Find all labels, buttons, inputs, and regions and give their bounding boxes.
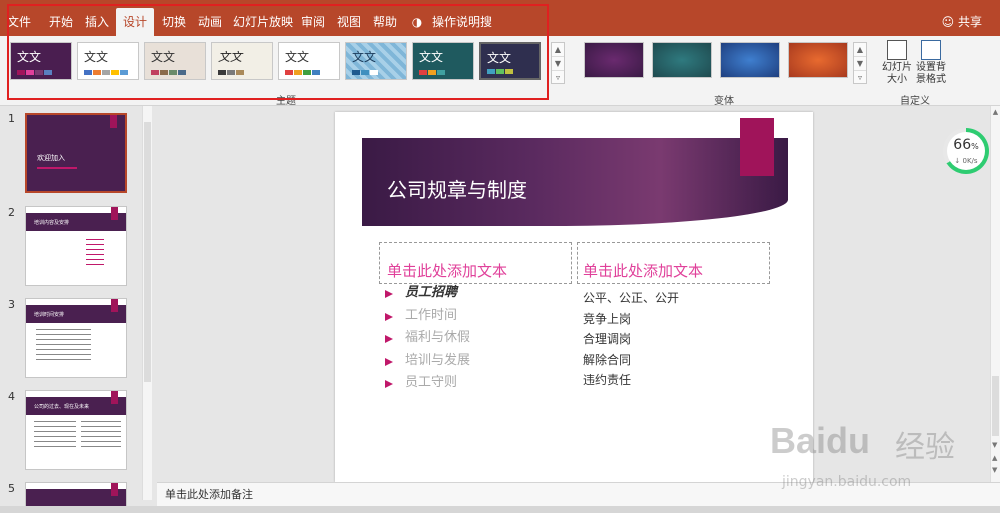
slide-size-icon xyxy=(887,40,907,60)
slide-thumbnail[interactable]: 培训内容及安排 xyxy=(25,206,127,286)
bullet-icon xyxy=(385,290,393,298)
watermark-brand: Baidu xyxy=(770,420,871,461)
gauge-speed-value: 0K/s xyxy=(962,157,978,165)
thumb-line xyxy=(36,329,91,361)
format-background-button[interactable]: 设置背景格式 xyxy=(914,40,948,86)
chevron-up-icon[interactable]: ▲ xyxy=(854,43,866,57)
chevron-up-icon[interactable]: ▲ xyxy=(552,43,564,57)
list-item[interactable]: 福利与休假 xyxy=(383,327,563,350)
list-item-text: 福利与休假 xyxy=(405,330,471,345)
bullet-icon xyxy=(385,312,393,321)
list-item[interactable]: 解除合同 xyxy=(583,350,763,371)
speed-gauge-inner: 66% ↓ 0K/s xyxy=(947,132,985,170)
chevron-up-icon[interactable]: ▲ xyxy=(991,108,1000,116)
thumb-title: 培训时间安排 xyxy=(34,312,65,318)
variant-thumbnail[interactable] xyxy=(788,42,848,78)
gauge-percent: 66% xyxy=(947,132,985,157)
slide-number: 3 xyxy=(8,298,15,311)
bullet-icon xyxy=(385,335,393,343)
variants-gallery-scroll[interactable]: ▲ ▼ ▿ xyxy=(853,42,867,84)
slide-thumbnail[interactable]: 公司的过去、现在及未来 xyxy=(25,390,127,470)
variant-thumbnail[interactable] xyxy=(652,42,712,78)
slide-size-label: 幻灯片大小 xyxy=(882,62,912,85)
more-icon[interactable]: ▿ xyxy=(854,71,866,84)
notes-placeholder[interactable]: 单击此处添加备注 xyxy=(165,488,253,501)
list-item[interactable]: 员工招聘 xyxy=(383,282,563,305)
next-slide-icon[interactable]: ▼ xyxy=(992,466,997,474)
banner-accent-tab xyxy=(740,118,774,176)
gauge-percent-unit: % xyxy=(971,142,979,151)
variants-group-label: 变体 xyxy=(714,96,734,107)
list-item-text: 员工招聘 xyxy=(405,285,458,300)
thumb-tab xyxy=(110,115,117,128)
thumb-title: 欢迎加入 xyxy=(37,154,65,162)
share-label: 共享 xyxy=(957,15,982,29)
slide-number: 1 xyxy=(8,112,15,125)
list-item[interactable]: 工作时间 xyxy=(383,305,563,328)
thumb-tab xyxy=(111,299,118,312)
gauge-speed: ↓ 0K/s xyxy=(947,157,985,166)
share-button[interactable]: ☺ 共享 xyxy=(942,8,982,36)
editor-scrollbar[interactable]: ▲ ▼ ▲ ▼ xyxy=(990,106,1000,482)
slides-panel-scrollbar[interactable] xyxy=(142,106,152,500)
user-icon: ☺ xyxy=(941,15,955,29)
list-item[interactable]: 公平、公正、公开 xyxy=(583,288,763,309)
thumb-tab xyxy=(111,207,118,220)
slides-panel: 1 欢迎加入 2 培训内容及安排 3 培训时间安排 4 公司的过去、现在及未来 … xyxy=(0,106,155,513)
list-item[interactable]: 培训与发展 xyxy=(383,350,563,373)
scrollbar-thumb[interactable] xyxy=(992,376,999,436)
chevron-down-icon[interactable]: ▼ xyxy=(992,441,997,449)
scrollbar-thumb[interactable] xyxy=(144,122,151,382)
slide-title[interactable]: 公司规章与制度 xyxy=(387,174,527,203)
thumb-line xyxy=(34,421,76,447)
right-text-list[interactable]: 公平、公正、公开 竞争上岗 合理调岗 解除合同 违约责任 xyxy=(583,288,763,391)
highlight-box xyxy=(7,4,549,100)
thumb-line xyxy=(86,239,104,269)
list-item[interactable]: 竞争上岗 xyxy=(583,309,763,330)
prev-slide-icon[interactable]: ▲ xyxy=(992,454,997,462)
chevron-down-icon[interactable]: ▼ xyxy=(552,57,564,71)
list-item-text: 培训与发展 xyxy=(405,352,471,368)
current-slide[interactable]: 公司规章与制度 单击此处添加文本 单击此处添加文本 员工招聘 工作时间 福利与休… xyxy=(335,112,813,482)
status-bar xyxy=(0,506,1000,513)
left-placeholder-label[interactable]: 单击此处添加文本 xyxy=(387,260,507,281)
list-item[interactable]: 员工守则 xyxy=(383,372,563,395)
watermark-cn: 经验 xyxy=(895,430,955,465)
watermark-url: jingyan.baidu.com xyxy=(782,474,912,490)
slide-number: 5 xyxy=(8,482,15,495)
themes-gallery-scroll[interactable]: ▲ ▼ ▿ xyxy=(551,42,565,84)
slide-thumbnail[interactable]: 欢迎加入 xyxy=(25,113,127,193)
list-item[interactable]: 违约责任 xyxy=(583,370,763,391)
gauge-percent-value: 66 xyxy=(953,137,972,153)
left-bullet-list[interactable]: 员工招聘 工作时间 福利与休假 培训与发展 员工守则 xyxy=(383,282,563,395)
thumb-line xyxy=(37,167,77,169)
thumb-title: 培训内容及安排 xyxy=(34,220,70,226)
chevron-down-icon[interactable]: ▼ xyxy=(854,57,866,71)
slide-number: 2 xyxy=(8,206,15,219)
thumb-title: 公司的过去、现在及未来 xyxy=(34,404,90,410)
slide-thumbnail[interactable]: 培训时间安排 xyxy=(25,298,127,378)
thumb-line xyxy=(81,421,121,447)
speed-gauge: 66% ↓ 0K/s xyxy=(943,128,989,174)
watermark: Baidu 经验 jingyan.baidu.com xyxy=(770,400,990,500)
slide-size-button[interactable]: 幻灯片大小 xyxy=(880,40,914,86)
variant-thumbnail[interactable] xyxy=(720,42,780,78)
bullet-icon xyxy=(385,380,393,388)
thumb-tab xyxy=(111,483,118,496)
format-background-label: 设置背景格式 xyxy=(916,62,946,85)
list-item-text: 工作时间 xyxy=(405,307,458,323)
more-icon[interactable]: ▿ xyxy=(552,71,564,84)
bullet-icon xyxy=(385,357,393,366)
list-item-text: 员工守则 xyxy=(405,375,458,390)
custom-group-label: 自定义 xyxy=(900,96,930,107)
right-placeholder-label[interactable]: 单击此处添加文本 xyxy=(583,260,703,281)
list-item[interactable]: 合理调岗 xyxy=(583,329,763,350)
thumb-tab xyxy=(111,391,118,404)
format-background-icon xyxy=(921,40,941,60)
slide-number: 4 xyxy=(8,390,15,403)
arrow-down-icon: ↓ xyxy=(954,157,961,165)
variant-thumbnail[interactable] xyxy=(584,42,644,78)
